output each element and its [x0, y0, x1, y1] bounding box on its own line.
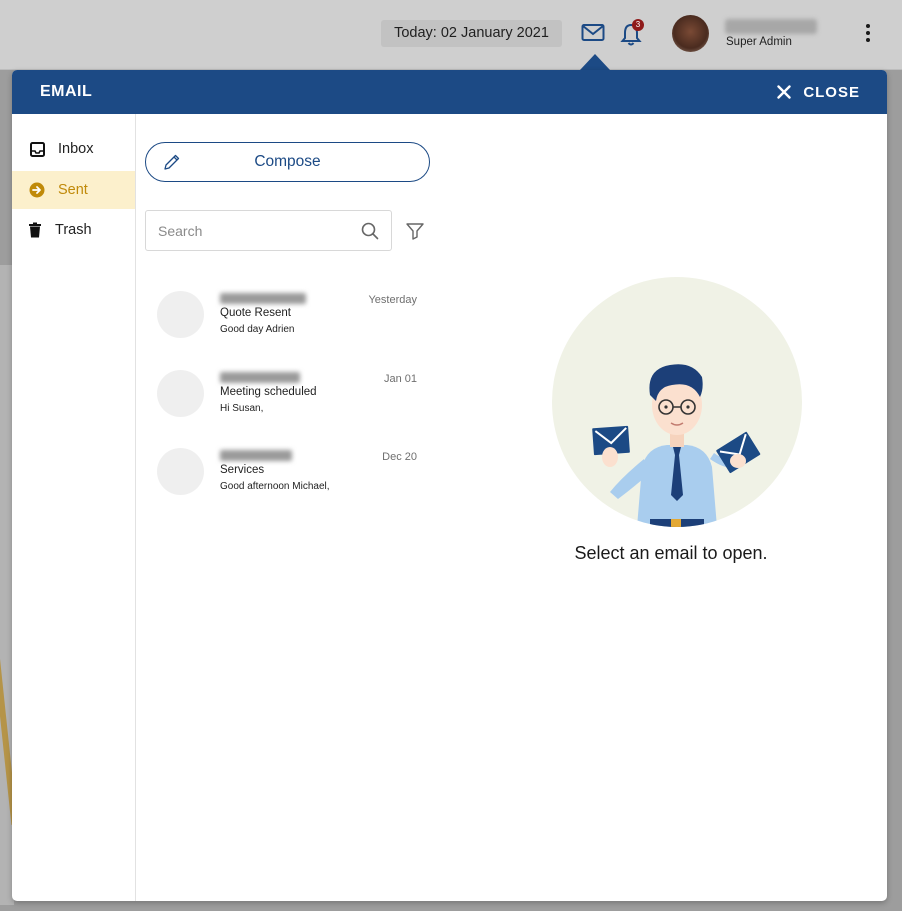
close-icon — [777, 85, 792, 99]
email-preview: Good afternoon Michael, — [220, 481, 330, 492]
compose-button[interactable]: Compose — [145, 142, 430, 182]
mail-folder-nav: Inbox Sent Trash — [12, 114, 136, 901]
empty-state-illustration — [552, 277, 802, 527]
user-name-blurred — [725, 19, 817, 34]
sender-name-blurred — [220, 372, 300, 383]
nav-item-trash[interactable]: Trash — [12, 211, 135, 249]
nav-label-trash: Trash — [55, 222, 92, 238]
email-date: Yesterday — [368, 294, 417, 306]
email-preview: Good day Adrien — [220, 324, 295, 335]
user-avatar[interactable] — [672, 15, 709, 52]
email-modal: EMAIL CLOSE Inbox Sent Trash Compose Sea… — [12, 70, 887, 901]
compose-label: Compose — [254, 153, 321, 170]
date-display: Today: 02 January 2021 — [381, 20, 562, 47]
email-list-item[interactable]: Services Good afternoon Michael, Dec 20 — [145, 448, 425, 508]
search-input[interactable] — [158, 221, 348, 241]
sender-avatar — [157, 370, 204, 417]
more-options-icon[interactable] — [860, 24, 876, 44]
nav-item-inbox[interactable]: Inbox — [12, 130, 135, 168]
email-subject: Meeting scheduled — [220, 386, 317, 398]
email-subject: Services — [220, 464, 265, 476]
sender-name-blurred — [220, 293, 306, 304]
sent-arrow-icon — [29, 182, 45, 198]
modal-header: EMAIL CLOSE — [12, 70, 887, 114]
sender-name-blurred — [220, 450, 292, 461]
pencil-icon — [164, 154, 180, 170]
sender-avatar — [157, 448, 204, 495]
nav-label-sent: Sent — [58, 182, 88, 198]
email-date: Dec 20 — [382, 451, 417, 463]
notification-badge: 3 — [632, 19, 644, 31]
top-bar: Today: 02 January 2021 3 Super Admin — [0, 0, 902, 70]
empty-state-text: Select an email to open. — [574, 543, 768, 563]
sender-avatar — [157, 291, 204, 338]
modal-title: EMAIL — [40, 83, 93, 100]
nav-label-inbox: Inbox — [58, 141, 94, 157]
email-list-item[interactable]: Meeting scheduled Hi Susan, Jan 01 — [145, 370, 425, 430]
inbox-icon — [29, 141, 45, 157]
user-role: Super Admin — [726, 36, 792, 48]
email-list-item[interactable]: Quote Resent Good day Adrien Yesterday — [145, 291, 425, 351]
mail-icon[interactable] — [581, 22, 605, 44]
search-icon — [361, 222, 379, 240]
email-preview: Hi Susan, — [220, 403, 264, 414]
close-label: CLOSE — [803, 83, 860, 101]
email-date: Jan 01 — [383, 373, 417, 385]
filter-icon[interactable] — [405, 221, 425, 241]
dropdown-caret — [580, 54, 610, 70]
nav-item-sent[interactable]: Sent — [12, 171, 135, 209]
close-button[interactable]: CLOSE — [777, 82, 860, 102]
email-subject: Quote Resent — [220, 307, 291, 319]
search-box — [145, 210, 392, 251]
trash-icon — [27, 222, 43, 238]
